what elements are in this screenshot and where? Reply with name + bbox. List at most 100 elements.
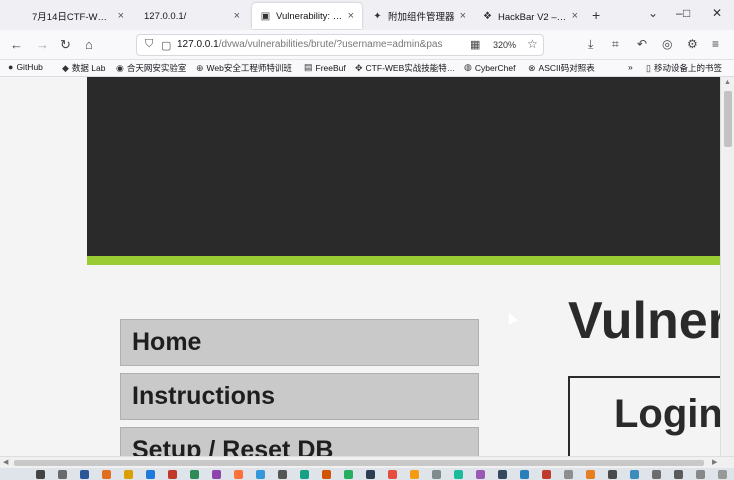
bookmark-hetian[interactable]: ◉ 合天网安实验室 (116, 62, 186, 74)
mobile-icon: ▯ (646, 62, 651, 73)
cyberchef-icon: ◍ (464, 62, 472, 72)
tab-addons-manager[interactable]: ✦ 附加组件管理器 × (364, 3, 474, 29)
app-icon[interactable] (542, 470, 551, 479)
tab-hackbar[interactable]: ❖ HackBar V2 – 下载 × (474, 3, 586, 29)
back-button[interactable]: ← (10, 37, 23, 53)
menu-item-instructions[interactable]: Instructions (120, 373, 479, 420)
app-icon[interactable] (322, 470, 331, 479)
crop-screenshot-icon[interactable]: ⌗ (612, 37, 619, 52)
tab-title: HackBar V2 – 下载 (498, 12, 567, 23)
bookmark-ascii[interactable]: ⊗ ASCII码对照表 (528, 62, 595, 74)
menu-item-label: Instructions (132, 382, 276, 410)
minimize-button[interactable]: – (676, 6, 683, 20)
address-bar[interactable]: ⛉ ▢ 127.0.0.1/dvwa/vulnerabilities/brute… (136, 34, 544, 56)
lab-icon: ◆ (62, 62, 69, 73)
new-tab-button[interactable]: + (592, 7, 600, 23)
page-viewport: Home Instructions Setup / Reset DB Vulne… (0, 77, 720, 456)
tab-localhost[interactable]: 127.0.0.1/ × (136, 3, 248, 29)
tab-close-icon[interactable]: × (234, 10, 240, 22)
tab-close-icon[interactable]: × (460, 10, 466, 22)
app-icon[interactable] (344, 470, 353, 479)
maximize-button[interactable]: □ (683, 6, 690, 20)
tab-vulnerability-brute[interactable]: ▣ Vulnerability: Brute × (252, 3, 362, 29)
tab-list-icon[interactable]: ⌄ (648, 6, 658, 20)
more-bookmarks-button[interactable]: » (628, 62, 633, 72)
bookmark-star-icon[interactable]: ☆ (527, 37, 538, 51)
login-heading: Login (614, 392, 720, 436)
page-info-icon[interactable]: ▢ (161, 39, 171, 52)
tray-icon[interactable] (718, 470, 727, 479)
bookmark-label: Web安全工程师特训班 (206, 63, 292, 73)
horizontal-scrollbar[interactable]: ◀ ▶ (0, 456, 734, 468)
folder-icon[interactable] (124, 470, 133, 479)
tab-close-icon[interactable]: × (118, 10, 124, 22)
ctf-icon: ✥ (355, 62, 363, 73)
bookmark-label: CyberChef (474, 62, 516, 73)
app-icon[interactable] (190, 470, 199, 479)
menu-item-home[interactable]: Home (120, 319, 479, 366)
app-icon[interactable] (630, 470, 639, 479)
app-icon[interactable] (498, 470, 507, 479)
tab-ctf-training[interactable]: 7月14日CTF-WEB培训 × (24, 3, 132, 29)
shield-icon[interactable]: ⛉ (145, 38, 153, 51)
app-icon[interactable] (652, 470, 661, 479)
bookmark-freebuf[interactable]: ▤ FreeBuf (304, 62, 346, 73)
app-icon[interactable] (168, 470, 177, 479)
tray-icon[interactable] (674, 470, 683, 479)
app-icon[interactable] (520, 470, 529, 479)
app-icon[interactable] (454, 470, 463, 479)
menu-hamburger-icon[interactable]: ≡ (712, 37, 719, 51)
close-window-button[interactable]: ✕ (712, 6, 722, 20)
start-icon[interactable] (36, 470, 45, 479)
freebuf-icon: ▤ (304, 62, 313, 72)
app-icon[interactable] (256, 470, 265, 479)
tab-title: 127.0.0.1/ (144, 10, 187, 22)
zoom-level[interactable]: 320% (493, 40, 516, 50)
home-button[interactable]: ⌂ (85, 37, 93, 53)
app-icon[interactable] (388, 470, 397, 479)
vertical-scrollbar[interactable]: ▲ (720, 77, 734, 456)
forward-button[interactable]: → (36, 37, 49, 53)
app-icon[interactable] (102, 470, 111, 479)
app-icon[interactable] (212, 470, 221, 479)
app-icon[interactable] (410, 470, 419, 479)
app-icon[interactable] (300, 470, 309, 479)
scroll-right-icon[interactable]: ▶ (712, 458, 717, 466)
url-path: /dvwa/vulnerabilities/brute/?username=ad… (218, 39, 443, 50)
scroll-left-icon[interactable]: ◀ (3, 458, 8, 466)
undo-icon[interactable]: ↶ (637, 37, 647, 51)
app-icon[interactable] (432, 470, 441, 479)
bookmark-web-security[interactable]: ⊕ Web安全工程师特训班 (196, 62, 292, 74)
extension-gear-icon[interactable]: ⚙ (687, 37, 698, 51)
bookmark-ctf-web[interactable]: ✥ CTF-WEB实战技能特… (355, 62, 455, 74)
firefox-icon[interactable] (234, 470, 243, 479)
app-icon[interactable] (564, 470, 573, 479)
bookmark-lab[interactable]: ◆ 数据 Lab (62, 62, 105, 74)
reload-button[interactable]: ↻ (60, 37, 71, 53)
app-icon[interactable] (146, 470, 155, 479)
app-icon[interactable] (608, 470, 617, 479)
tab-title: Vulnerability: Brute (276, 10, 343, 22)
horizontal-scroll-thumb[interactable] (14, 460, 704, 466)
os-taskbar (0, 468, 734, 480)
app-icon[interactable] (586, 470, 595, 479)
taskview-icon[interactable] (80, 470, 89, 479)
app-icon[interactable] (278, 470, 287, 479)
download-icon[interactable]: ⤓ (588, 37, 593, 52)
bookmark-mobile[interactable]: ▯ 移动设备上的书签 (646, 62, 728, 74)
vertical-scroll-thumb[interactable] (724, 91, 732, 147)
search-icon[interactable] (58, 470, 67, 479)
tab-close-icon[interactable]: × (348, 10, 354, 22)
bookmark-cyberchef[interactable]: ◍ CyberChef (464, 62, 516, 73)
menu-item-setup-reset-db[interactable]: Setup / Reset DB (120, 427, 479, 456)
qr-code-icon[interactable]: ▦ (470, 38, 480, 51)
app-icon[interactable] (476, 470, 485, 479)
app-icon[interactable] (366, 470, 375, 479)
url-text[interactable]: 127.0.0.1/dvwa/vulnerabilities/brute/?us… (177, 39, 457, 50)
left-margin (0, 77, 87, 456)
extension-circle-icon[interactable]: ◎ (662, 37, 672, 51)
tray-icon[interactable] (696, 470, 705, 479)
scroll-up-icon[interactable]: ▲ (724, 79, 731, 86)
tab-close-icon[interactable]: × (572, 10, 578, 22)
bookmark-github[interactable]: ● GitHub (8, 62, 43, 72)
